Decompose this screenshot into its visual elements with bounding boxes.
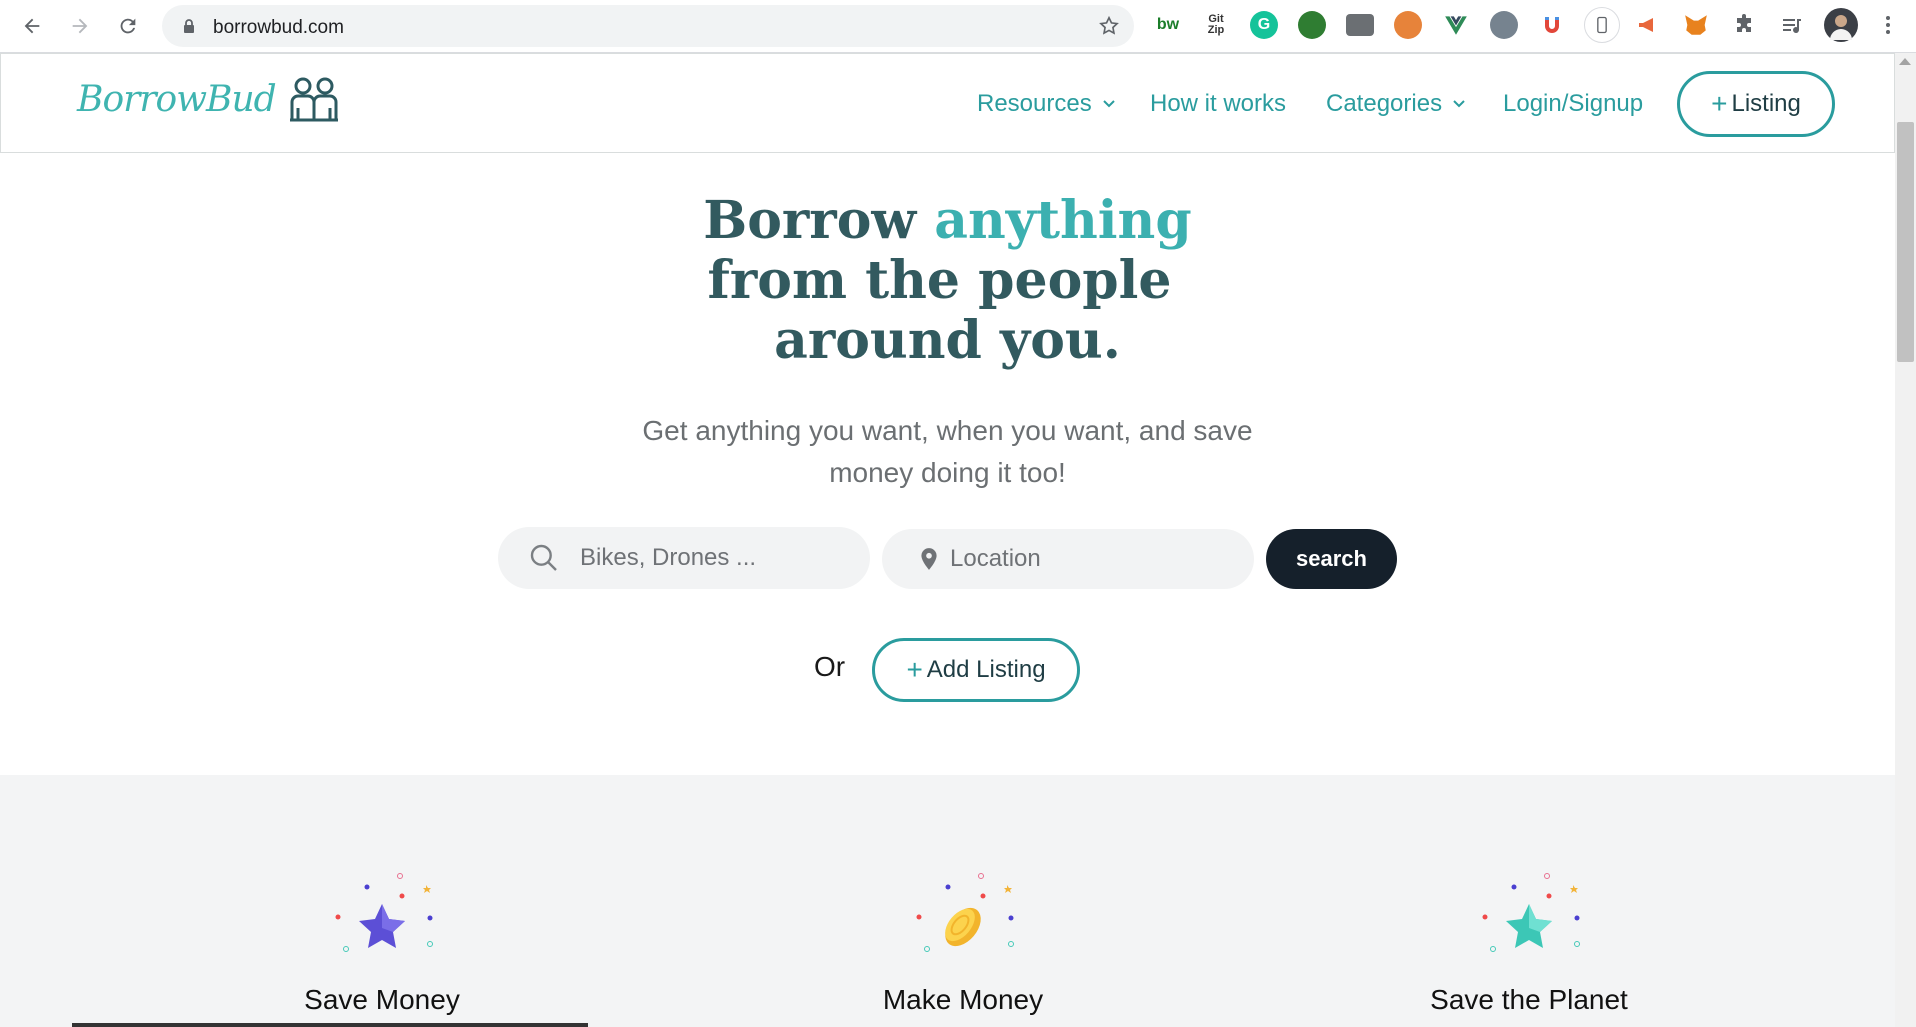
lock-icon (184, 19, 194, 33)
nav-login-label: Login/Signup (1503, 90, 1644, 117)
item-search-field[interactable] (498, 527, 870, 589)
features-section: Save Money Make Money Save the Planet (0, 775, 1895, 1027)
item-search-input[interactable] (580, 544, 820, 572)
back-button[interactable] (16, 10, 48, 42)
hero-subtitle-line2: money doing it too! (829, 457, 1066, 488)
window-icon[interactable] (1346, 14, 1374, 36)
back-arrow-icon (24, 18, 40, 34)
address-bar[interactable]: borrowbud.com (162, 5, 1134, 47)
forward-arrow-icon (72, 18, 88, 34)
grammarly-icon[interactable]: G (1250, 11, 1278, 39)
hero-title-word: Borrow (703, 190, 917, 251)
chevron-down-icon (1453, 100, 1465, 108)
nav-login-signup[interactable]: Login/Signup (1503, 54, 1643, 154)
location-input[interactable] (950, 545, 1190, 573)
gold-coin-icon (916, 873, 1014, 952)
phone-icon[interactable] (1584, 7, 1620, 43)
plus-icon: + (906, 654, 923, 685)
playlist-icon[interactable] (1778, 11, 1806, 39)
purple-star-icon (335, 873, 433, 952)
feature-save-money: Save Money (232, 870, 532, 1016)
nav-resources-label: Resources (977, 90, 1092, 117)
scroll-up-arrow-icon[interactable] (1899, 58, 1911, 65)
search-button[interactable]: search (1266, 529, 1397, 589)
hero-title-line3: around you. (774, 310, 1121, 371)
feature-label: Save Money (304, 984, 460, 1015)
listing-button-label: Listing (1731, 90, 1801, 117)
gitzip-icon[interactable]: Git Zip (1202, 11, 1230, 39)
feature-make-money: Make Money (813, 870, 1113, 1016)
teal-star-icon (1482, 873, 1580, 952)
fox-icon[interactable] (1682, 11, 1710, 39)
globe-icon[interactable] (1298, 11, 1326, 39)
puzzle-icon[interactable] (1730, 11, 1758, 39)
logo-text: BorrowBud (77, 78, 277, 120)
forward-button[interactable] (64, 10, 96, 42)
reload-icon (120, 18, 136, 34)
more-menu-icon[interactable] (1874, 11, 1902, 39)
color-icon[interactable] (1394, 11, 1422, 39)
browser-toolbar: borrowbud.com bw Git Zip G (0, 0, 1916, 53)
plus-icon: + (1711, 88, 1728, 119)
bookmark-star-icon[interactable] (1098, 15, 1120, 37)
location-field[interactable] (882, 529, 1254, 589)
search-icon (530, 544, 557, 571)
feature-label: Save the Planet (1430, 984, 1628, 1015)
bottom-divider (72, 1023, 588, 1027)
location-pin-icon (921, 548, 937, 570)
add-listing-label: Add Listing (926, 656, 1046, 683)
site-header: BorrowBud Resources How it works Categor… (0, 53, 1895, 153)
logo[interactable]: BorrowBud (77, 76, 340, 122)
nav-how-it-works[interactable]: How it works (1150, 54, 1286, 154)
vue-icon[interactable] (1442, 11, 1470, 39)
avatar[interactable] (1824, 8, 1858, 42)
feature-label: Make Money (882, 984, 1044, 1015)
hero-title-accent: anything (934, 190, 1192, 251)
nav-categories[interactable]: Categories (1326, 54, 1466, 154)
scrollbar-thumb[interactable] (1897, 122, 1914, 362)
megaphone-icon[interactable] (1634, 11, 1662, 39)
hero-title-line1: Borrow anything (0, 191, 1895, 251)
feature-save-the-planet: Save the Planet (1379, 870, 1679, 1016)
bw-icon[interactable]: bw (1154, 11, 1182, 39)
hero-subtitle-line1: Get anything you want, when you want, an… (642, 415, 1253, 446)
or-text: Or (814, 651, 846, 682)
nav-categories-label: Categories (1326, 90, 1443, 117)
reload-button[interactable] (112, 10, 144, 42)
nav-how-it-works-label: How it works (1150, 90, 1287, 117)
ring-icon[interactable] (1490, 11, 1518, 39)
nav-resources[interactable]: Resources (977, 54, 1116, 154)
hero-subtitle: Get anything you want, when you want, an… (0, 410, 1895, 494)
people-logo-icon (289, 77, 338, 122)
add-listing-button[interactable]: + Add Listing (872, 638, 1080, 702)
magnet-icon[interactable] (1538, 11, 1566, 39)
chevron-down-icon (1103, 100, 1115, 108)
url-text: borrowbud.com (213, 17, 344, 38)
add-listing-header-button[interactable]: + Listing (1677, 71, 1835, 137)
hero-title-line2: from the people (707, 250, 1172, 311)
